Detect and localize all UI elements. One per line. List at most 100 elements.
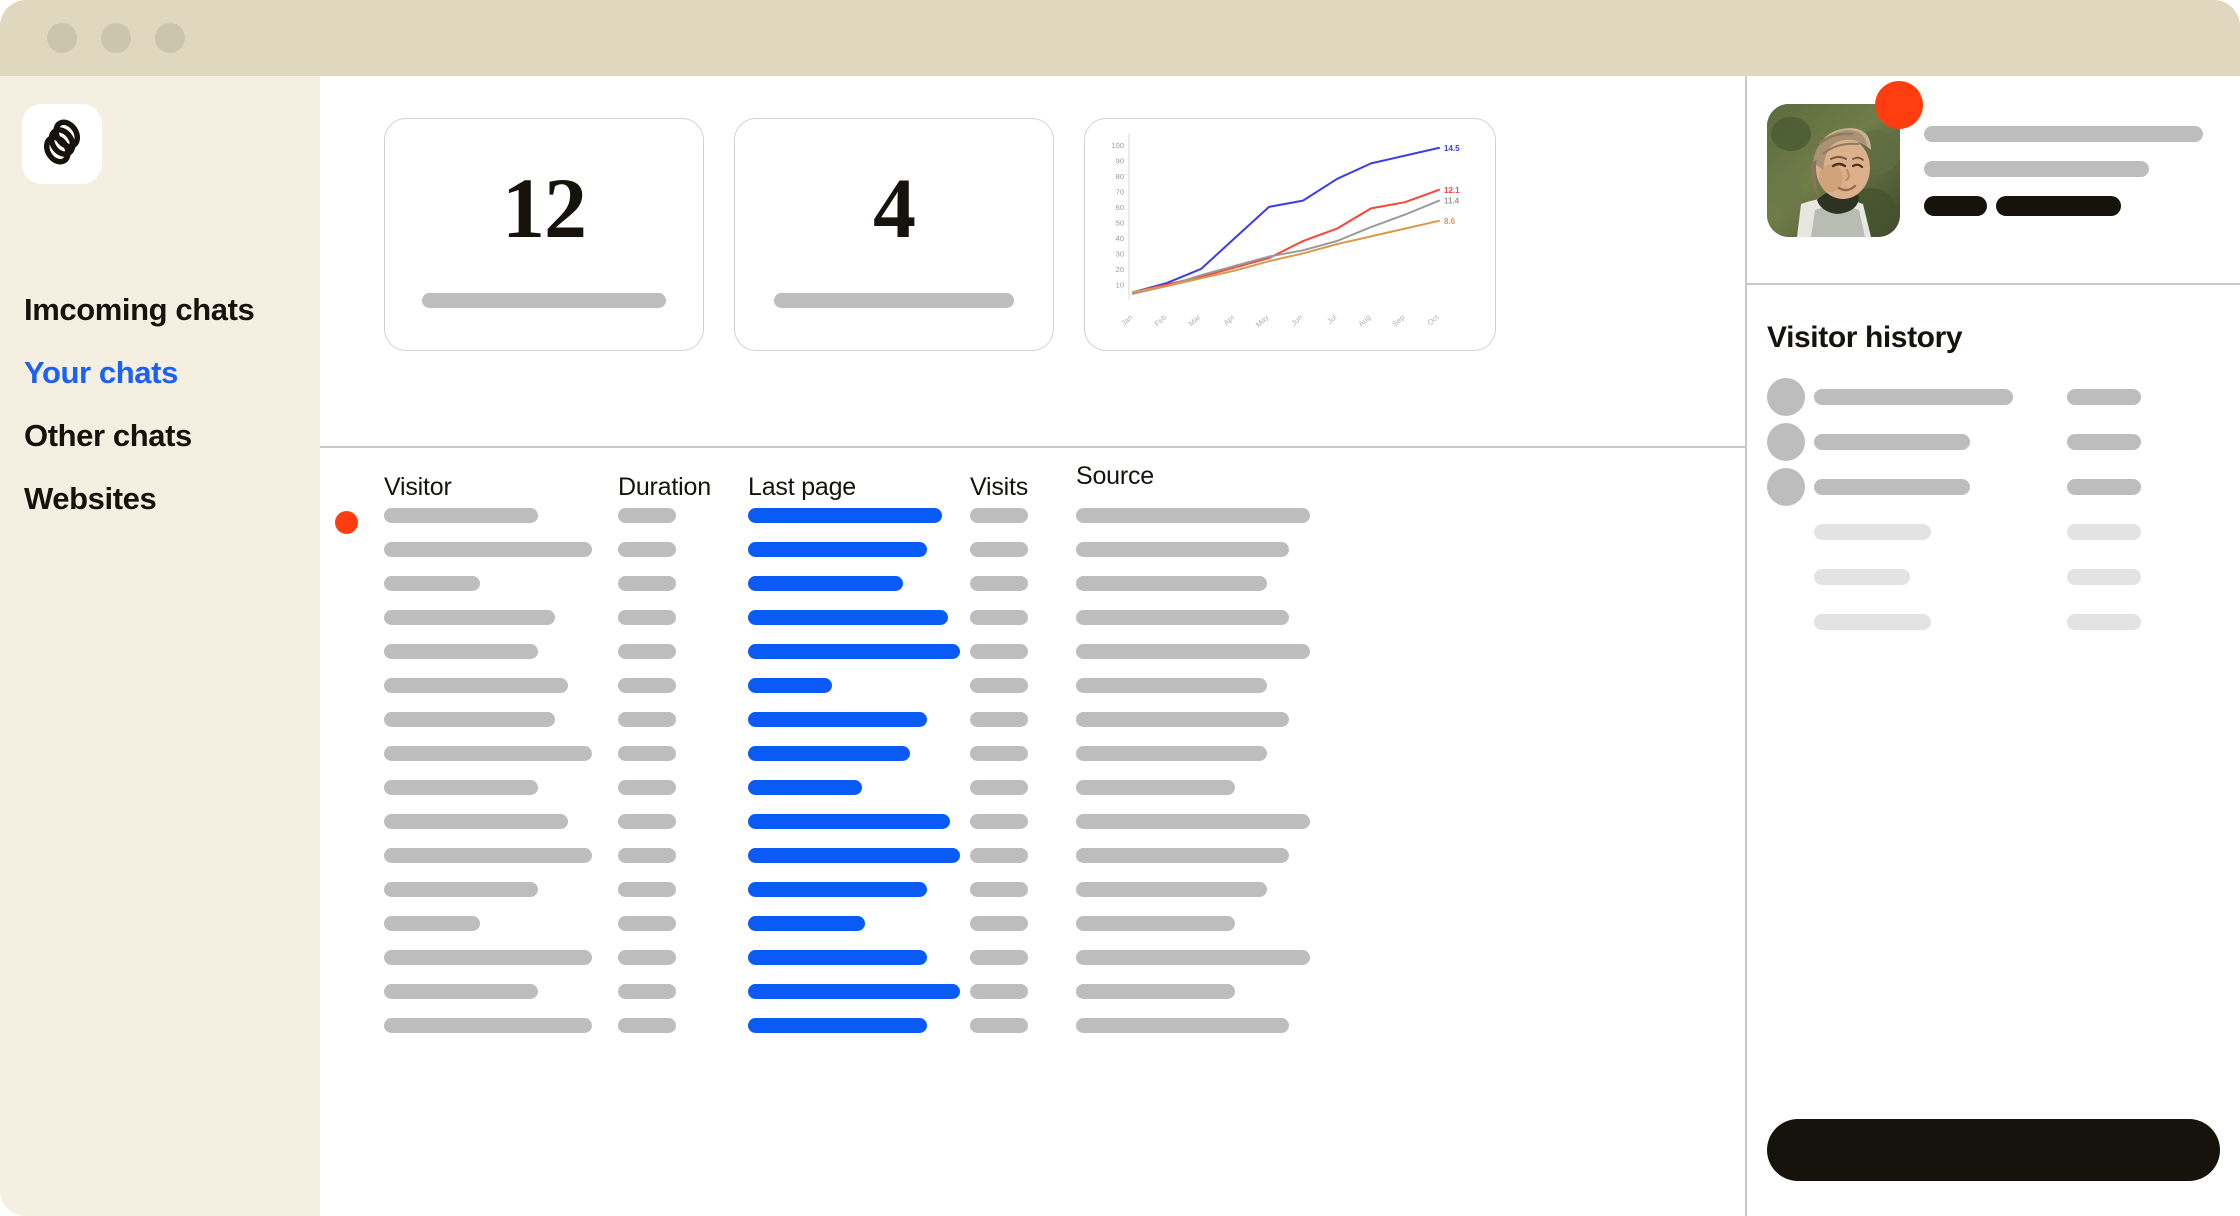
app-window: Imcoming chats Your chats Other chats We… [0,0,2240,1216]
stat-card-value: 12 [502,160,587,256]
close-dot-icon[interactable] [47,23,77,53]
cell-source [1076,678,1267,693]
history-avatar [1767,468,1805,506]
cell-duration [618,576,676,591]
table-row[interactable] [320,814,1745,848]
cell-visits [970,610,1028,625]
cell-duration [618,950,676,965]
svg-text:40: 40 [1116,234,1124,243]
cell-visits [970,882,1028,897]
table-row[interactable] [320,610,1745,644]
visitor-history-item[interactable] [1747,601,2240,646]
stat-card-primary[interactable]: 12 [384,118,704,351]
column-header-visits[interactable]: Visits [970,473,1028,502]
table-row[interactable] [320,882,1745,916]
cell-source [1076,882,1267,897]
cell-last-page [748,882,927,897]
minimize-dot-icon[interactable] [101,23,131,53]
cell-last-page [748,746,910,761]
primary-cta-button[interactable] [1767,1119,2220,1181]
svg-text:100: 100 [1111,141,1124,150]
table-row[interactable] [320,916,1745,950]
svg-text:Feb: Feb [1153,313,1169,328]
cell-source [1076,746,1267,761]
stat-card-label-placeholder [774,293,1014,308]
table-row[interactable] [320,1018,1745,1052]
sidebar-item-your-chats[interactable]: Your chats [24,357,304,388]
history-label-placeholder [1814,614,1931,630]
stat-card-secondary[interactable]: 4 [734,118,1054,351]
cell-visitor [384,1018,592,1033]
table-row[interactable] [320,848,1745,882]
cell-visits [970,644,1028,659]
table-row[interactable] [320,576,1745,610]
cell-last-page [748,508,942,523]
cell-visits [970,1018,1028,1033]
visitor-action-secondary-button[interactable] [1996,196,2121,216]
cell-visitor [384,746,592,761]
cell-last-page [748,1018,927,1033]
visitor-history-item[interactable] [1747,511,2240,556]
table-row[interactable] [320,950,1745,984]
app-logo[interactable] [22,104,102,184]
visitor-avatar-wrap[interactable] [1767,81,1923,237]
maximize-dot-icon[interactable] [155,23,185,53]
visitor-history-item[interactable] [1747,466,2240,511]
table-row[interactable] [320,508,1745,542]
svg-text:70: 70 [1116,187,1124,196]
cell-visits [970,814,1028,829]
table-row[interactable] [320,780,1745,814]
history-meta-placeholder [2067,614,2141,630]
column-header-visitor[interactable]: Visitor [384,473,452,502]
cell-source [1076,984,1235,999]
sidebar-item-other-chats[interactable]: Other chats [24,420,304,451]
cell-duration [618,882,676,897]
cell-visits [970,848,1028,863]
sidebar-item-incoming-chats[interactable]: Imcoming chats [24,294,304,325]
svg-text:Aug: Aug [1356,313,1372,329]
column-header-duration[interactable]: Duration [618,473,711,502]
cell-visitor [384,610,555,625]
table-row[interactable] [320,644,1745,678]
cell-visits [970,950,1028,965]
rings-logo-icon [36,116,88,173]
visitor-detail-panel: Visitor history [1745,76,2240,1216]
cell-visitor [384,950,592,965]
visitor-profile-info [1924,126,2203,216]
svg-text:10: 10 [1116,280,1124,289]
online-status-badge [1875,81,1923,129]
history-label-placeholder [1814,389,2013,405]
cell-visitor [384,984,538,999]
cell-source [1076,848,1289,863]
cell-visitor [384,576,480,591]
visitor-history-item[interactable] [1747,376,2240,421]
column-header-last-page[interactable]: Last page [748,473,856,502]
cell-duration [618,848,676,863]
history-avatar [1767,378,1805,416]
sidebar: Imcoming chats Your chats Other chats We… [0,76,320,1216]
table-row[interactable] [320,712,1745,746]
cell-last-page [748,916,865,931]
visitor-history-item[interactable] [1747,556,2240,601]
svg-text:20: 20 [1116,265,1124,274]
cell-source [1076,644,1310,659]
svg-text:12.1: 12.1 [1444,186,1460,195]
visitor-action-primary-button[interactable] [1924,196,1987,216]
table-row[interactable] [320,542,1745,576]
cell-visitor [384,780,538,795]
visitor-history-item[interactable] [1747,421,2240,466]
cell-visits [970,984,1028,999]
table-row[interactable] [320,746,1745,780]
svg-text:60: 60 [1116,203,1124,212]
sidebar-nav: Imcoming chats Your chats Other chats We… [24,294,304,546]
svg-text:90: 90 [1116,156,1124,165]
sidebar-item-websites[interactable]: Websites [24,483,304,514]
cell-visits [970,916,1028,931]
cell-source [1076,916,1235,931]
table-row[interactable] [320,678,1745,712]
cell-duration [618,678,676,693]
trend-chart-card[interactable]: 10 20 30 40 50 60 70 80 90 100 Jan Feb Mar Apr May Jun J… [1084,118,1496,351]
column-header-source[interactable]: Source [1076,462,1154,491]
table-row[interactable] [320,984,1745,1018]
cell-visits [970,712,1028,727]
